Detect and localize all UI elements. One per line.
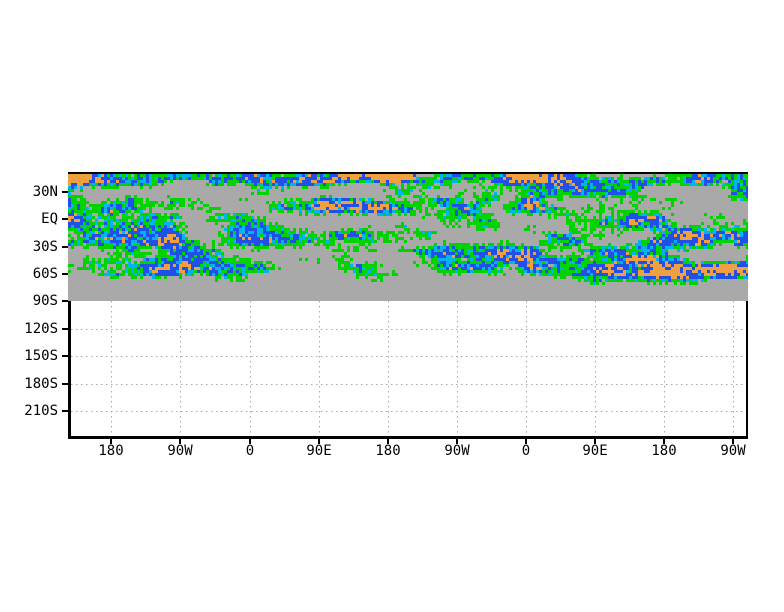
vertical-gridline-6 bbox=[526, 301, 527, 436]
x-axis-label-0: 180 bbox=[98, 443, 124, 459]
x-axis-label-2: 0 bbox=[245, 443, 255, 459]
y-axis-label-1: EQ bbox=[41, 211, 58, 227]
y-axis-label-7: 180S bbox=[24, 376, 58, 392]
x-axis-label-9: 90W bbox=[720, 443, 746, 459]
figure: 30N EQ 30S 60S 90S 120S 150S 180S 210S 180 90W 0 90E… bbox=[0, 0, 784, 612]
y-axis-tick-7 bbox=[62, 383, 68, 385]
y-axis-tick-2 bbox=[62, 246, 68, 248]
horizontal-gridline-6 bbox=[71, 356, 746, 357]
x-axis-label-5: 90W bbox=[444, 443, 470, 459]
x-axis-label-3: 90E bbox=[306, 443, 332, 459]
y-axis-tick-8 bbox=[62, 410, 68, 412]
vertical-gridline-2 bbox=[250, 301, 251, 436]
y-axis-tick-5 bbox=[62, 328, 68, 330]
y-axis-tick-6 bbox=[62, 355, 68, 357]
x-axis-label-8: 180 bbox=[651, 443, 677, 459]
vertical-gridline-0 bbox=[111, 301, 112, 436]
x-axis-label-4: 180 bbox=[375, 443, 401, 459]
horizontal-gridline-8 bbox=[71, 411, 746, 412]
y-axis-label-2: 30S bbox=[32, 239, 58, 255]
vertical-gridline-1 bbox=[180, 301, 181, 436]
y-axis-label-3: 60S bbox=[32, 266, 58, 282]
y-axis-tick-0 bbox=[62, 191, 68, 193]
x-axis-label-6: 0 bbox=[521, 443, 531, 459]
y-axis-label-0: 30N bbox=[32, 184, 58, 200]
y-axis-label-5: 120S bbox=[24, 321, 58, 337]
x-axis-label-7: 90E bbox=[582, 443, 608, 459]
data-band-canvas bbox=[68, 174, 748, 301]
vertical-gridline-5 bbox=[457, 301, 458, 436]
x-axis-label-1: 90W bbox=[167, 443, 193, 459]
horizontal-gridline-5 bbox=[71, 329, 746, 330]
y-axis-tick-4 bbox=[62, 300, 68, 302]
vertical-gridline-9 bbox=[733, 301, 734, 436]
vertical-gridline-7 bbox=[595, 301, 596, 436]
y-axis-label-4: 90S bbox=[32, 293, 58, 309]
vertical-gridline-8 bbox=[664, 301, 665, 436]
y-axis-tick-3 bbox=[62, 273, 68, 275]
y-axis-label-8: 210S bbox=[24, 403, 58, 419]
vertical-gridline-4 bbox=[388, 301, 389, 436]
horizontal-gridline-7 bbox=[71, 384, 746, 385]
vertical-gridline-3 bbox=[319, 301, 320, 436]
y-axis-tick-1 bbox=[62, 218, 68, 220]
y-axis-label-6: 150S bbox=[24, 348, 58, 364]
